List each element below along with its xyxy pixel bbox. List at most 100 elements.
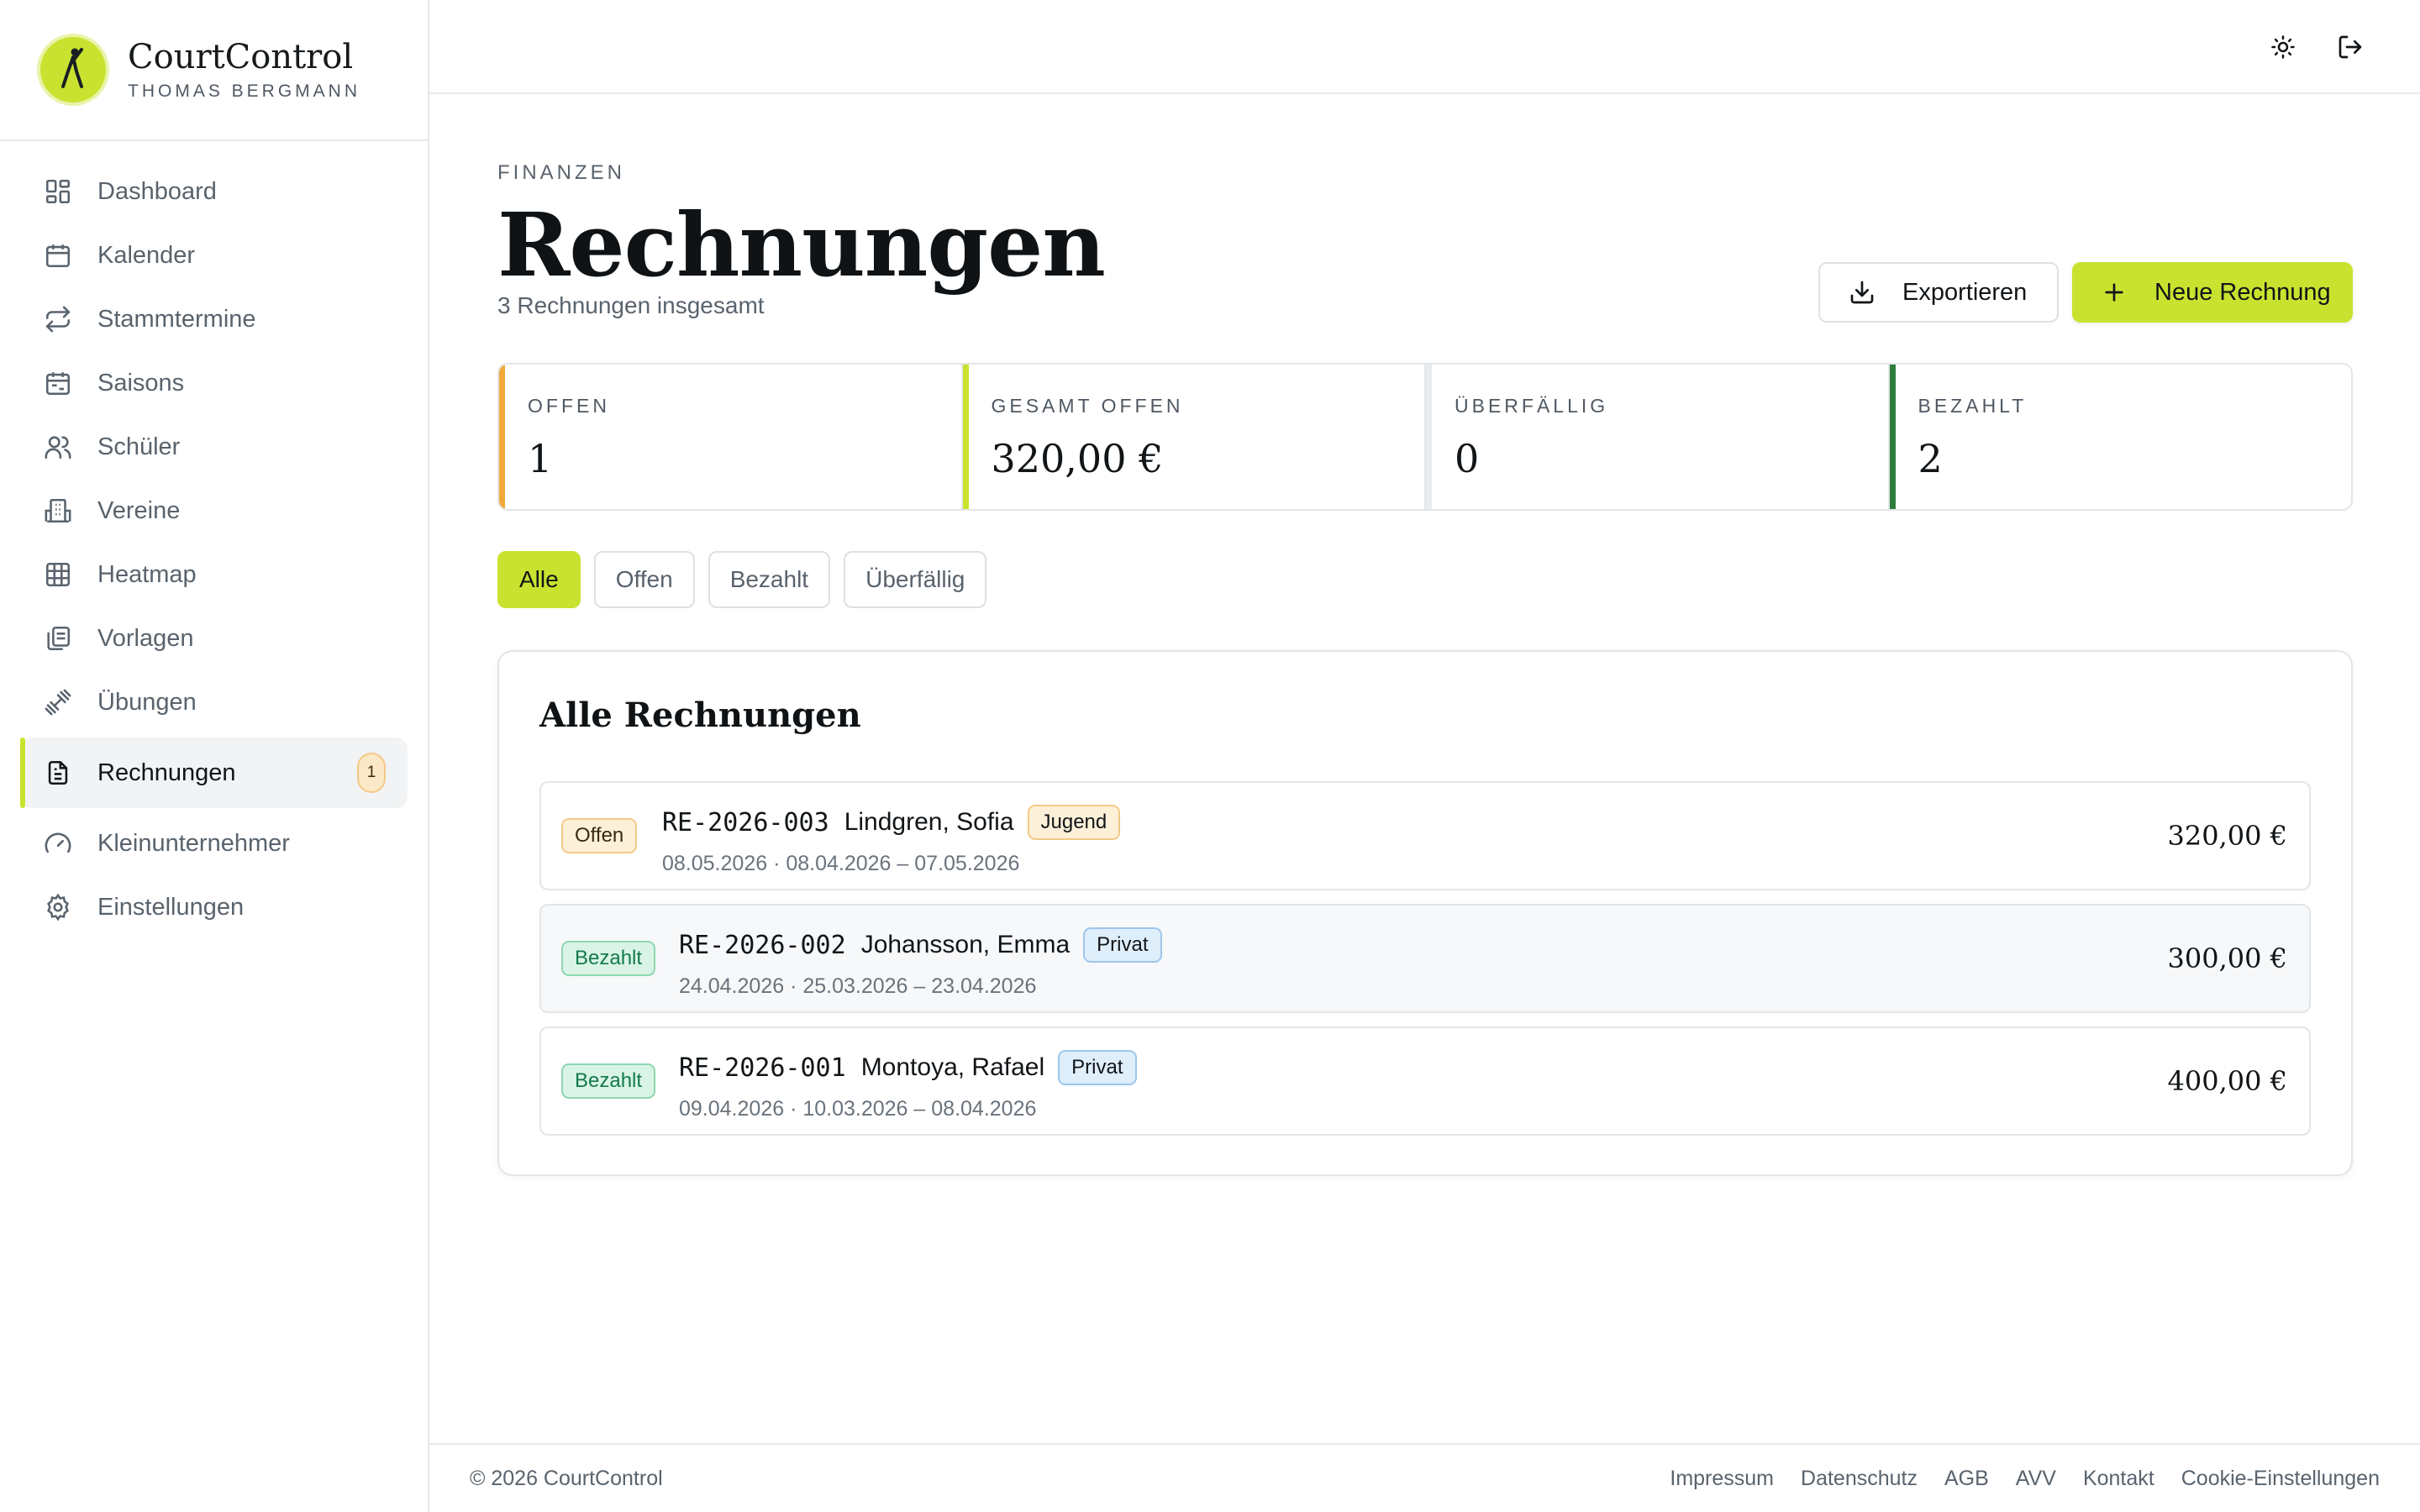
sidebar-item-dashboard[interactable]: Dashboard [20,160,408,223]
sidebar: CourtControl THOMAS BERGMANN Dashboard K… [0,0,429,1512]
sidebar-item-uebungen[interactable]: Übungen [20,670,408,734]
page-subtitle: 3 Rechnungen insgesamt [497,292,765,318]
invoice-amount: 320,00 € [2167,820,2288,852]
filter-paid[interactable]: Bezahlt [708,551,831,608]
stat-accent-bar [962,365,969,509]
brand-name: CourtControl [128,38,354,76]
sidebar-item-label: Schüler [97,433,181,460]
sidebar-item-schueler[interactable]: Schüler [20,415,408,479]
calendar-icon [45,244,71,268]
sidebar-item-saisons[interactable]: Saisons [20,351,408,415]
sidebar-item-rechnungen[interactable]: Rechnungen 1 [20,738,408,808]
status-badge: Bezahlt [561,1063,656,1099]
sidebar-item-heatmap[interactable]: Heatmap [20,543,408,606]
export-button[interactable]: Exportieren [1818,262,2059,323]
stat-value: 320,00 € [991,436,1164,481]
footer-link-agb[interactable]: AGB [1944,1467,1989,1491]
sidebar-item-label: Vorlagen [97,624,194,652]
stat-value: 0 [1455,436,1480,481]
new-invoice-button-label: Neue Rechnung [2154,278,2331,306]
stats-panel: OFFEN 1 GESAMT OFFEN 320,00 € ÜBERFÄLLIG… [497,363,2353,511]
stat-card-gesamt-offen: GESAMT OFFEN 320,00 € [962,365,1426,509]
gear-icon [47,893,69,921]
users-icon [45,436,71,459]
client-name: Montoya, Rafael [860,1053,1045,1081]
invoice-number: RE-2026-001 [679,1053,846,1083]
sidebar-item-label: Stammtermine [97,305,256,333]
sidebar-item-label: Rechnungen [97,759,236,786]
footer-link-kontakt[interactable]: Kontakt [2083,1467,2154,1491]
sidebar-item-kalender[interactable]: Kalender [20,223,408,287]
category-tag: Privat [1083,927,1162,963]
stat-accent-bar [1889,365,1896,509]
stat-card-offen: OFFEN 1 [499,365,963,509]
sidebar-item-label: Kleinunternehmer [97,829,290,857]
sidebar-item-stammtermine[interactable]: Stammtermine [20,287,408,351]
copy-icon [47,626,71,651]
brand-header: CourtControl THOMAS BERGMANN [0,0,428,141]
footer: © 2026 CourtControl Impressum Datenschut… [429,1443,2420,1512]
footer-link-impressum[interactable]: Impressum [1670,1467,1774,1491]
filter-overdue[interactable]: Überfällig [844,551,987,608]
new-invoice-button[interactable]: Neue Rechnung [2072,262,2353,323]
footer-link-cookie-settings[interactable]: Cookie-Einstellungen [2181,1467,2380,1491]
invoice-number: RE-2026-002 [679,930,846,960]
invoice-amount: 400,00 € [2167,1065,2288,1097]
user-name: THOMAS BERGMANN [128,81,361,101]
sidebar-item-label: Heatmap [97,560,197,588]
stat-accent-bar [1426,365,1432,509]
stat-accent-bar [499,365,505,509]
category-tag: Privat [1058,1050,1137,1085]
calendar-range-icon [45,372,71,396]
sidebar-item-einstellungen[interactable]: Einstellungen [20,875,408,939]
stat-label: ÜBERFÄLLIG [1455,395,1609,417]
sidebar-item-label: Saisons [97,369,185,396]
sidebar-nav: Dashboard Kalender Stammtermine Saisons … [0,141,428,939]
logout-icon[interactable] [2333,30,2367,64]
dumbbell-icon [45,689,71,716]
stat-card-ueberfaellig: ÜBERFÄLLIG 0 [1426,365,1890,509]
invoice-dates: 09.04.2026 · 10.03.2026 – 08.04.2026 [679,1097,1037,1121]
stat-card-bezahlt: BEZAHLT 2 [1889,365,2352,509]
sidebar-item-label: Dashboard [97,177,217,205]
footer-link-avv[interactable]: AVV [2016,1467,2056,1491]
filter-all[interactable]: Alle [497,551,581,608]
footer-link-datenschutz[interactable]: Datenschutz [1801,1467,1918,1491]
footer-links: Impressum Datenschutz AGB AVV Kontakt Co… [1643,1467,2380,1491]
invoice-row[interactable]: Bezahlt RE-2026-002 Johansson, Emma Priv… [539,904,2311,1013]
sidebar-item-label: Übungen [97,688,197,716]
invoice-dates: 08.05.2026 · 08.04.2026 – 07.05.2026 [662,852,1020,875]
sidebar-item-vorlagen[interactable]: Vorlagen [20,606,408,670]
logo-icon [37,34,109,106]
invoice-dates: 24.04.2026 · 25.03.2026 – 23.04.2026 [679,974,1037,998]
filter-bar: Alle Offen Bezahlt Überfällig [497,551,1000,608]
download-icon [1850,281,1874,304]
sidebar-item-vereine[interactable]: Vereine [20,479,408,543]
stat-label: OFFEN [528,395,610,417]
section-eyebrow: FINANZEN [497,161,625,184]
card-title: Alle Rechnungen [539,696,861,735]
sun-icon[interactable] [2266,30,2300,64]
topbar [429,0,2420,94]
stat-value: 2 [1918,436,1943,481]
gauge-icon [45,832,71,853]
client-name: Lindgren, Sofia [844,808,1014,836]
filter-open[interactable]: Offen [593,551,695,608]
sidebar-item-label: Vereine [97,496,181,524]
document-icon [48,760,68,785]
stat-label: BEZAHLT [1918,395,2028,417]
sidebar-item-label: Kalender [97,241,196,269]
count-badge: 1 [357,753,386,793]
invoice-row[interactable]: Bezahlt RE-2026-001 Montoya, Rafael Priv… [539,1026,2311,1136]
sidebar-item-kleinunternehmer[interactable]: Kleinunternehmer [20,811,408,875]
copyright: © 2026 CourtControl [470,1467,663,1490]
invoice-row[interactable]: Offen RE-2026-003 Lindgren, Sofia Jugend… [539,781,2311,890]
plus-icon [2105,283,2123,302]
category-tag: Jugend [1027,805,1121,840]
repeat-icon [45,306,71,333]
page-title: Rechnungen [497,193,1106,297]
status-badge: Offen [561,818,638,853]
dashboard-icon [45,179,71,204]
building-icon [45,498,71,523]
export-button-label: Exportieren [1902,278,2028,306]
